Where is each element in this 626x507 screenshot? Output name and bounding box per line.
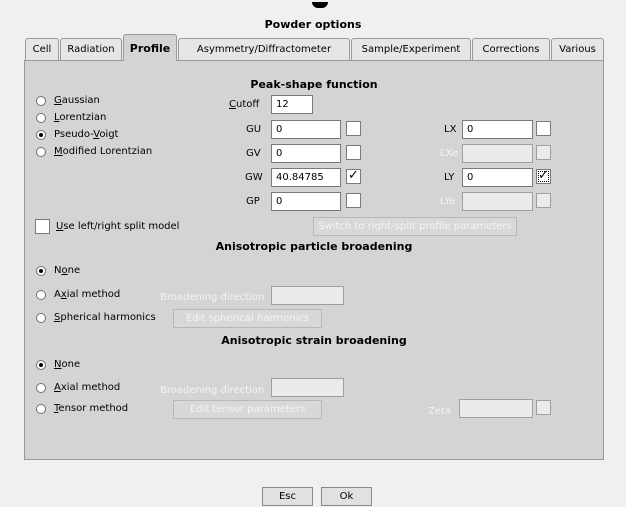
lye-input[interactable] [462,192,533,211]
gv-label: GV [246,148,261,159]
radio-lorentzian[interactable]: Lorentzian [36,112,106,123]
radio-dot [36,129,46,140]
radio-label: ial method [66,289,121,300]
radio-particle-axial[interactable]: Axial method [36,289,120,300]
esc-button[interactable]: Esc [262,487,313,506]
gw-refine-checkbox[interactable]: ✓ [346,169,361,184]
cutoff-label-rest: utoff [235,99,260,110]
gu-refine-checkbox[interactable] [346,121,361,136]
radio-pseudo-voigt[interactable]: Pseudo-Voigt [36,129,118,140]
cutoff-label: Cutoff [229,99,259,110]
strain-broadening-title: Anisotropic strain broadening [221,334,407,347]
split-model-label-rest: se left/right split model [63,221,180,232]
radio-label: orentzian [59,112,107,123]
mnemonic: G [54,95,62,106]
gv-refine-checkbox[interactable] [346,145,361,160]
ly-label: LY [444,172,455,183]
zeta-refine-checkbox[interactable] [536,400,551,415]
radio-dot [36,382,46,393]
radio-label: ne [67,265,81,276]
tab-various[interactable]: Various [551,38,604,60]
split-model-checkbox[interactable] [35,219,50,234]
radio-modified-lorentzian[interactable]: Modified Lorentzian [36,146,152,157]
lye-refine-checkbox[interactable] [536,193,551,208]
gw-input[interactable]: 40.84785 [271,168,341,187]
radio-dot [36,403,46,414]
tab-corrections[interactable]: Corrections [472,38,550,60]
edit-tensor-parameters-button[interactable]: Edit tensor parameters [173,400,322,419]
radio-label: xial method [60,382,121,393]
radio-dot [36,265,46,276]
ly-input[interactable]: 0 [462,168,533,187]
radio-particle-spherical[interactable]: Spherical harmonics [36,312,156,323]
peak-shape-title: Peak-shape function [250,78,378,91]
gv-input[interactable]: 0 [271,144,341,163]
lxe-label: LXe [440,148,459,159]
particle-direction-input[interactable] [271,286,344,305]
lye-label: LYe [440,196,456,207]
ly-refine-checkbox[interactable]: ✓ [536,169,551,184]
split-model-label: Use left/right split model [56,221,179,232]
radio-strain-tensor[interactable]: Tensor method [36,403,128,414]
lx-refine-checkbox[interactable] [536,121,551,136]
gp-label: GP [246,196,260,207]
radio-gaussian[interactable]: Gaussian [36,95,100,106]
gp-input[interactable]: 0 [271,192,341,211]
radio-strain-axial[interactable]: Axial method [36,382,120,393]
lxe-input[interactable] [462,144,533,163]
lxe-refine-checkbox[interactable] [536,145,551,160]
radio-particle-none[interactable]: None [36,265,80,276]
mnemonic: C [229,99,236,110]
strain-direction-label: Broadening direction [160,385,265,396]
radio-dot [36,146,46,157]
tab-sample-experiment[interactable]: Sample/Experiment [351,38,471,60]
particle-broadening-title: Anisotropic particle broadening [215,240,413,253]
window-caption [0,2,626,12]
radio-label: odified Lorentzian [62,146,153,157]
ok-button[interactable]: Ok [321,487,372,506]
radio-dot [36,289,46,300]
radio-label: Pseudo- [54,129,94,140]
switch-right-split-button[interactable]: Switch to right-split profile parameters [313,217,517,236]
gw-label: GW [245,172,263,183]
cutoff-input[interactable]: 12 [271,95,313,114]
particle-direction-label: Broadening direction [160,292,265,303]
tab-cell[interactable]: Cell [25,38,59,60]
radio-dot [36,312,46,323]
lx-label: LX [444,124,457,135]
radio-label: pherical harmonics [60,312,156,323]
radio-dot [36,95,46,106]
radio-dot [36,359,46,370]
strain-direction-input[interactable] [271,378,344,397]
edit-spherical-harmonics-button[interactable]: Edit spherical harmonics [173,309,322,328]
gu-input[interactable]: 0 [271,120,341,139]
zeta-input[interactable] [459,399,533,418]
zeta-label: Zeta [428,406,452,417]
radio-label: one [61,359,81,370]
tab-asymmetry-diffractometer[interactable]: Asymmetry/Diffractometer [178,38,350,60]
gp-refine-checkbox[interactable] [346,193,361,208]
lx-input[interactable]: 0 [462,120,533,139]
mnemonic: M [54,146,63,157]
radio-strain-none[interactable]: None [36,359,80,370]
radio-dot [36,112,46,123]
radio-label: A [54,289,61,300]
dialog-title: Powder options [264,18,362,31]
radio-label: aussian [61,95,100,106]
mnemonic: A [54,382,61,393]
radio-label: oigt [99,129,119,140]
tab-radiation[interactable]: Radiation [60,38,122,60]
gu-label: GU [246,124,262,135]
radio-label: ensor method [58,403,129,414]
tab-profile[interactable]: Profile [123,34,177,61]
